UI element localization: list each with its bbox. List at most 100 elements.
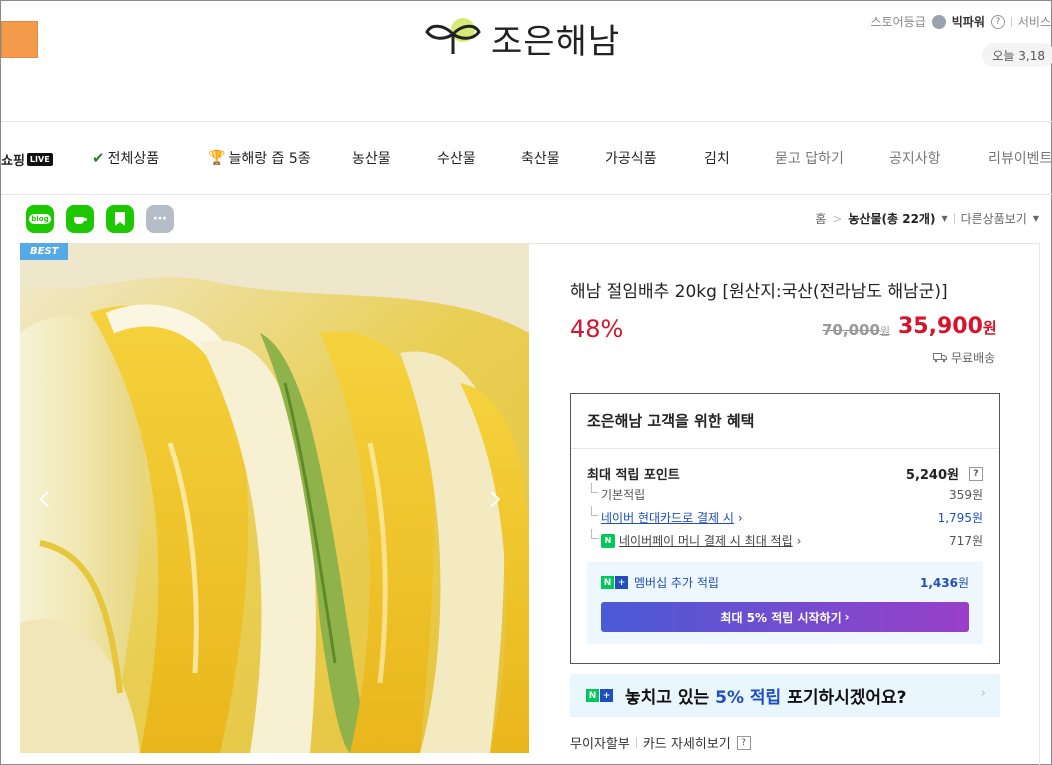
divider	[571, 448, 999, 449]
nav-item-agriculture[interactable]: 농산물	[352, 122, 391, 194]
nav-item-processed[interactable]: 가공식품	[605, 122, 657, 194]
naver-plus-icon: N +	[601, 576, 628, 589]
points-help-icon[interactable]: ?	[969, 466, 983, 481]
npay-points-row: N 네이버페이 머니 결제 시 최대 적립 › 717원	[587, 529, 983, 549]
membership-label: 멤버십 추가 적립	[634, 576, 719, 590]
missed-rewards-banner[interactable]: N + 놓치고 있는 5% 적립 포기하시겠어요? ›	[570, 674, 1000, 717]
category-nav: 쇼핑 LIVE ✔ 전체상품 🏆 늘해랑 즙 5종 농산물 수산물 축산물 가공…	[1, 121, 1052, 195]
npay-points-value: 717원	[949, 534, 983, 548]
shipping-label: 무료배송	[951, 351, 996, 365]
breadcrumb-category[interactable]: 농산물(총 22개)	[848, 210, 935, 227]
service-link[interactable]: 서비스	[1018, 13, 1051, 30]
chevron-right-icon: >	[832, 211, 843, 226]
card-detail-link[interactable]: 카드 자세히보기	[643, 733, 731, 752]
other-products-link[interactable]: 다른상품보기	[961, 210, 1027, 227]
next-image-arrow-icon[interactable]: ›	[488, 475, 504, 521]
best-badge: BEST	[20, 243, 69, 260]
chevron-right-icon: ›	[980, 686, 986, 701]
start-rewards-label: 최대 5% 적립 시작하기	[720, 610, 842, 625]
product-title: 해남 절임배추 20kg [원산지:국산(전라남도 해남군)]	[570, 282, 948, 302]
trophy-icon: 🏆	[208, 150, 226, 166]
membership-section: N + 멤버십 추가 적립 1,436원 최대 5% 적립 시작하기 ›	[587, 562, 983, 644]
shipping-info: 무료배송	[933, 349, 995, 366]
max-points-label: 최대 적립 포인트	[587, 468, 680, 483]
cafe-share-icon[interactable]	[66, 205, 94, 233]
banner-prefix: 놓치고 있는	[625, 688, 710, 708]
nav-item-all-products[interactable]: ✔ 전체상품	[92, 122, 159, 194]
truck-icon	[933, 353, 947, 363]
sale-price-unit: 원	[982, 319, 997, 337]
banner-highlight: 5% 적립	[715, 688, 782, 708]
nav-item-qna[interactable]: 묻고 답하기	[775, 122, 844, 194]
benefit-box: 조은해남 고객을 위한 혜택 최대 적립 포인트 5,240원? 기본적립 35…	[570, 393, 1000, 664]
caret-down-icon: ▼	[1032, 214, 1039, 223]
basic-points-value: 359원	[949, 488, 983, 502]
divider	[953, 213, 955, 224]
blog-label: blog	[29, 214, 51, 224]
nav-item-juice[interactable]: 🏆 늘해랑 즙 5종	[208, 122, 311, 194]
max-points-row: 최대 적립 포인트 5,240원?	[587, 464, 983, 483]
product-image: ‹ ›	[20, 243, 529, 753]
benefit-title: 조은해남 고객을 위한 혜택	[587, 412, 755, 430]
shopping-live-link[interactable]: 쇼핑 LIVE	[1, 150, 53, 169]
membership-unit: 원	[957, 576, 969, 590]
nav-item-notice[interactable]: 공지사항	[889, 122, 941, 194]
chevron-right-icon: ›	[796, 533, 802, 548]
card-points-value: 1,795원	[937, 511, 983, 525]
original-price: 70,000원	[822, 321, 890, 339]
nav-item-label: 늘해랑 즙 5종	[228, 151, 311, 167]
breadcrumb: 홈 > 농산물(총 22개) ▼ 다른상품보기 ▼	[815, 210, 1039, 227]
hyundai-card-link[interactable]: 네이버 현대카드로 결제 시	[601, 509, 734, 526]
shopping-live-label: 쇼핑	[1, 154, 25, 169]
store-grade-bar: 스토어등급 빅파워 ? 서비스	[871, 13, 1051, 30]
grade-help-icon[interactable]: ?	[990, 14, 1005, 29]
bookmark-icon	[115, 212, 125, 226]
caret-down-icon: ▼	[941, 214, 948, 223]
live-tag: LIVE	[26, 153, 53, 166]
grade-medal-icon	[931, 14, 946, 29]
start-rewards-button[interactable]: 최대 5% 적립 시작하기 ›	[601, 602, 969, 632]
basic-points-label: 기본적립	[587, 483, 645, 503]
membership-row: N + 멤버십 추가 적립 1,436원	[601, 574, 969, 591]
orange-square-icon	[1, 21, 38, 58]
more-share-icon[interactable]: ⋯	[146, 205, 174, 233]
discount-rate: 48%	[570, 315, 624, 343]
grade-name: 빅파워	[951, 15, 985, 29]
sale-price: 35,900원	[898, 314, 997, 339]
logo-text: 조은해남	[491, 21, 621, 62]
membership-value: 1,436	[919, 576, 958, 590]
basic-points-row: 기본적립 359원	[587, 483, 983, 503]
bookmark-share-icon[interactable]	[106, 205, 134, 233]
store-logo[interactable]: 조은해남	[423, 13, 620, 63]
nav-item-kimchi[interactable]: 김치	[704, 122, 730, 194]
max-points-value: 5,240원	[905, 468, 959, 483]
original-price-unit: 원	[879, 325, 891, 338]
nav-item-label: 전체상품	[107, 151, 160, 167]
prev-image-arrow-icon[interactable]: ‹	[36, 475, 52, 521]
card-points-row: 네이버 현대카드로 결제 시 › 1,795원	[587, 506, 983, 526]
cup-icon	[74, 217, 87, 224]
store-grade-label: 스토어등급	[870, 15, 926, 29]
chevron-right-icon: ›	[844, 610, 850, 624]
sale-price-value: 35,900	[898, 314, 983, 339]
installment-row: 무이자할부 카드 자세히보기 ?	[570, 733, 751, 752]
nav-item-livestock[interactable]: 축산물	[521, 122, 560, 194]
nav-item-seafood[interactable]: 수산물	[437, 122, 476, 194]
check-icon: ✔	[92, 149, 105, 167]
original-price-value: 70,000	[822, 321, 880, 339]
divider	[635, 737, 637, 748]
banner-suffix: 포기하시겠어요?	[787, 688, 907, 708]
npay-icon: N	[601, 533, 615, 548]
today-visitors-pill: 오늘 3,18	[982, 43, 1052, 67]
naver-plus-icon: N +	[586, 689, 613, 702]
nav-item-review-event[interactable]: 리뷰이벤트	[988, 122, 1052, 194]
blog-share-icon[interactable]: blog	[26, 205, 54, 233]
installment-label: 무이자할부	[570, 737, 630, 752]
breadcrumb-home[interactable]: 홈	[815, 210, 826, 227]
chevron-right-icon: ›	[737, 510, 743, 525]
card-help-icon[interactable]: ?	[736, 735, 751, 750]
cabbage-photo	[20, 243, 529, 753]
npay-points-link[interactable]: 네이버페이 머니 결제 시 최대 적립	[619, 532, 793, 549]
sprout-logo-icon	[425, 18, 481, 54]
divider	[1010, 16, 1012, 27]
